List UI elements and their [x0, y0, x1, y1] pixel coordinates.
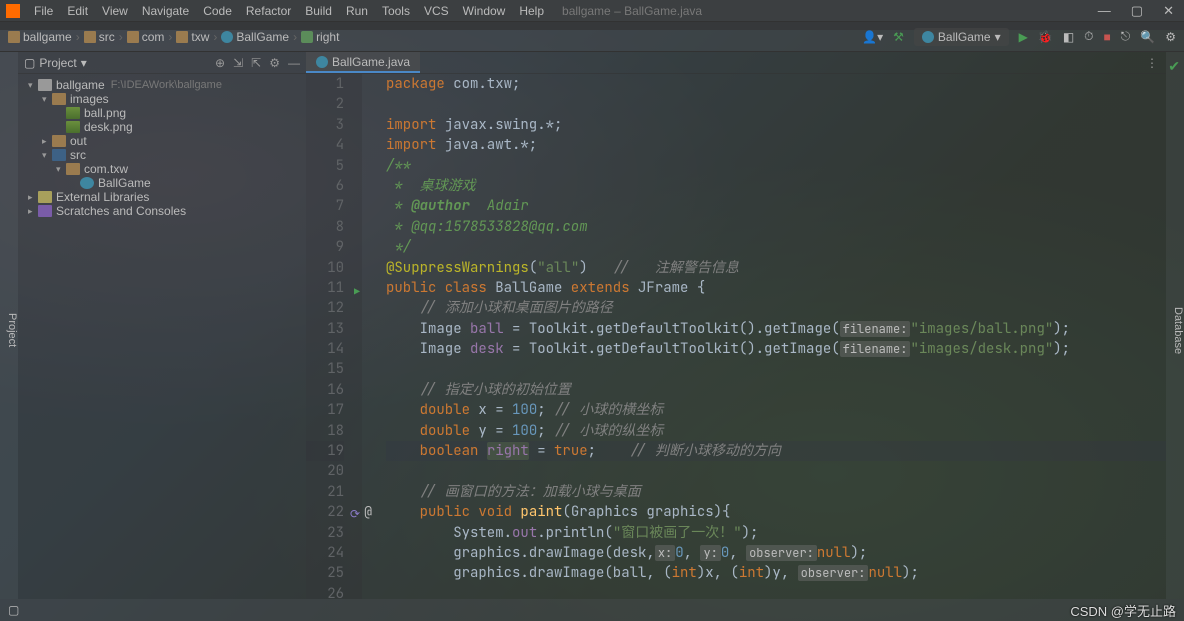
tree-node[interactable]: ▸out: [18, 134, 306, 148]
search-button[interactable]: 🔍: [1140, 30, 1155, 44]
folder-icon: [84, 31, 96, 43]
select-opened-icon[interactable]: ⊕: [215, 56, 225, 70]
git-button[interactable]: ⎋: [1121, 29, 1131, 44]
menu-file[interactable]: File: [28, 2, 59, 20]
breadcrumb: ballgame› src› com› txw› BallGame› right: [8, 30, 339, 44]
status-icon[interactable]: ▢: [8, 603, 19, 617]
minimize-button[interactable]: —: [1094, 3, 1115, 19]
left-tool-stripe: Project Structure Bookmarks: [0, 52, 18, 599]
menu-bar: File Edit View Navigate Code Refactor Bu…: [0, 0, 1184, 22]
project-tool-button[interactable]: Project: [6, 313, 18, 347]
menu-build[interactable]: Build: [299, 2, 338, 20]
editor-menu-icon[interactable]: ⋮: [1146, 56, 1158, 70]
tree-node[interactable]: ▾images: [18, 92, 306, 106]
crumb-class[interactable]: BallGame: [221, 30, 289, 44]
project-tree[interactable]: ▾ballgameF:\IDEAWork\ballgame▾imagesball…: [18, 74, 306, 222]
navigation-toolbar: ballgame› src› com› txw› BallGame› right…: [0, 22, 1184, 52]
folder-icon: [8, 31, 20, 43]
class-icon: [221, 31, 233, 43]
tree-node[interactable]: ball.png: [18, 106, 306, 120]
menu-run[interactable]: Run: [340, 2, 374, 20]
menu-refactor[interactable]: Refactor: [240, 2, 297, 20]
hide-icon[interactable]: —: [288, 56, 300, 70]
editor-area: BallGame.java ⋮ 1234567891011▶1213141516…: [306, 52, 1166, 599]
crumb-field[interactable]: right: [301, 30, 339, 44]
menu-navigate[interactable]: Navigate: [136, 2, 195, 20]
user-icon[interactable]: 👤▾: [862, 30, 883, 44]
class-icon: [316, 56, 328, 68]
field-icon: [301, 31, 313, 43]
tree-node[interactable]: desk.png: [18, 120, 306, 134]
menu-edit[interactable]: Edit: [61, 2, 94, 20]
run-config-selector[interactable]: BallGame ▾: [914, 28, 1009, 46]
build-button[interactable]: ⚒: [893, 30, 904, 44]
code-editor[interactable]: 1234567891011▶1213141516171819202122⟳@23…: [306, 74, 1166, 599]
menu-tools[interactable]: Tools: [376, 2, 416, 20]
inspection-ok-icon[interactable]: ✔: [1168, 58, 1180, 75]
window-title: ballgame – BallGame.java: [562, 4, 702, 18]
code-content[interactable]: package com.txw; import javax.swing.*;im…: [362, 74, 1166, 599]
class-icon: [922, 31, 934, 43]
menu-window[interactable]: Window: [457, 2, 512, 20]
collapse-all-icon[interactable]: ⇱: [251, 56, 261, 70]
profile-button[interactable]: ⏱: [1084, 29, 1093, 44]
stop-button[interactable]: ■: [1104, 30, 1111, 44]
database-tool-button[interactable]: Database: [1172, 307, 1184, 354]
menu-view[interactable]: View: [96, 2, 134, 20]
coverage-button[interactable]: ◧: [1063, 30, 1074, 44]
folder-icon: [127, 31, 139, 43]
crumb-txw[interactable]: txw: [176, 30, 209, 44]
settings-icon[interactable]: ⚙: [269, 56, 280, 70]
line-gutter[interactable]: 1234567891011▶1213141516171819202122⟳@23…: [306, 74, 362, 599]
editor-tab-ballgame[interactable]: BallGame.java: [306, 52, 420, 73]
status-bar: ▢ CSDN @学无止路: [0, 599, 1184, 621]
project-panel: ▢ Project ▾ ⊕ ⇲ ⇱ ⚙ — ▾ballgameF:\IDEAWo…: [18, 52, 306, 599]
tree-node[interactable]: ▸Scratches and Consoles: [18, 204, 306, 218]
app-logo-icon: [6, 4, 20, 18]
menu-vcs[interactable]: VCS: [418, 2, 455, 20]
maximize-button[interactable]: ▢: [1127, 3, 1147, 19]
tree-node[interactable]: ▾ballgameF:\IDEAWork\ballgame: [18, 78, 306, 92]
tree-node[interactable]: ▾src: [18, 148, 306, 162]
crumb-com[interactable]: com: [127, 30, 165, 44]
panel-title[interactable]: ▢ Project ▾: [24, 56, 87, 70]
menu-code[interactable]: Code: [197, 2, 238, 20]
expand-all-icon[interactable]: ⇲: [233, 56, 243, 70]
right-tool-stripe: Database: [1166, 52, 1184, 599]
run-button[interactable]: ▶: [1019, 30, 1028, 44]
folder-icon: [176, 31, 188, 43]
close-button[interactable]: ✕: [1159, 3, 1178, 19]
tree-node[interactable]: BallGame: [18, 176, 306, 190]
crumb-src[interactable]: src: [84, 30, 115, 44]
settings-button[interactable]: ⚙: [1165, 30, 1176, 44]
menu-help[interactable]: Help: [513, 2, 550, 20]
crumb-ballgame[interactable]: ballgame: [8, 30, 72, 44]
tree-node[interactable]: ▾com.txw: [18, 162, 306, 176]
watermark: CSDN @学无止路: [1070, 601, 1176, 620]
tree-node[interactable]: ▸External Libraries: [18, 190, 306, 204]
debug-button[interactable]: 🐞: [1038, 30, 1053, 44]
